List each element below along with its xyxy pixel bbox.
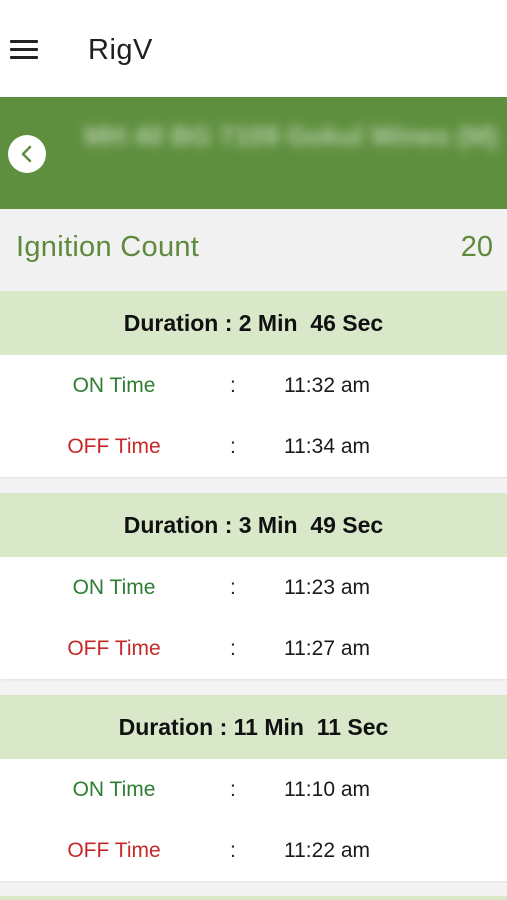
vehicle-header: MH 40 BG 7109 Gokul Wines (M) xyxy=(0,97,507,209)
duration-header: Duration : 3 Min 49 Sec xyxy=(0,493,507,557)
off-time-value: 11:34 am xyxy=(284,435,370,458)
chevron-left-icon xyxy=(21,145,32,163)
off-time-row: OFF Time : 11:34 am xyxy=(0,416,507,477)
separator: : xyxy=(230,839,236,862)
separator: : xyxy=(230,435,236,458)
duration-header: Duration : 2 Min 46 Sec xyxy=(0,291,507,355)
on-time-value: 11:32 am xyxy=(284,374,370,397)
on-time-row: ON Time : 11:23 am xyxy=(0,557,507,618)
separator: : xyxy=(230,576,236,599)
off-time-value: 11:22 am xyxy=(284,839,370,862)
ignition-count-row: Ignition Count 20 xyxy=(0,209,507,289)
off-time-row: OFF Time : 11:22 am xyxy=(0,820,507,881)
duration-header: Duration : 11 Min 11 Sec xyxy=(0,695,507,759)
off-time-label: OFF Time xyxy=(67,637,161,660)
off-time-row: OFF Time : 11:27 am xyxy=(0,618,507,679)
ignition-session-card[interactable]: Duration : 3 Min 49 Sec ON Time : 11:23 … xyxy=(0,493,507,679)
on-time-value: 11:23 am xyxy=(284,576,370,599)
app-root: RigV MH 40 BG 7109 Gokul Wines (M) Ignit… xyxy=(0,0,507,900)
on-time-label: ON Time xyxy=(72,778,156,801)
on-time-label: ON Time xyxy=(72,374,156,397)
off-time-label: OFF Time xyxy=(67,839,161,862)
ignition-count-label: Ignition Count xyxy=(16,231,200,263)
separator: : xyxy=(230,637,236,660)
app-bar: RigV xyxy=(0,0,507,97)
vehicle-name: MH 40 BG 7109 Gokul Wines (M) xyxy=(84,121,498,151)
app-title: RigV xyxy=(88,34,153,66)
off-time-label: OFF Time xyxy=(67,435,161,458)
on-time-label: ON Time xyxy=(72,576,156,599)
ignition-count-value: 20 xyxy=(460,231,493,263)
off-time-value: 11:27 am xyxy=(284,637,370,660)
on-time-row: ON Time : 11:10 am xyxy=(0,759,507,820)
ignition-session-card[interactable]: Duration : 2 Min 46 Sec ON Time : 11:32 … xyxy=(0,291,507,477)
next-session-card xyxy=(0,896,507,900)
on-time-row: ON Time : 11:32 am xyxy=(0,355,507,416)
separator: : xyxy=(230,374,236,397)
ignition-session-card[interactable]: Duration : 11 Min 11 Sec ON Time : 11:10… xyxy=(0,695,507,881)
on-time-value: 11:10 am xyxy=(284,778,370,801)
separator: : xyxy=(230,778,236,801)
back-button[interactable] xyxy=(8,135,46,173)
hamburger-menu-icon[interactable] xyxy=(10,38,40,62)
